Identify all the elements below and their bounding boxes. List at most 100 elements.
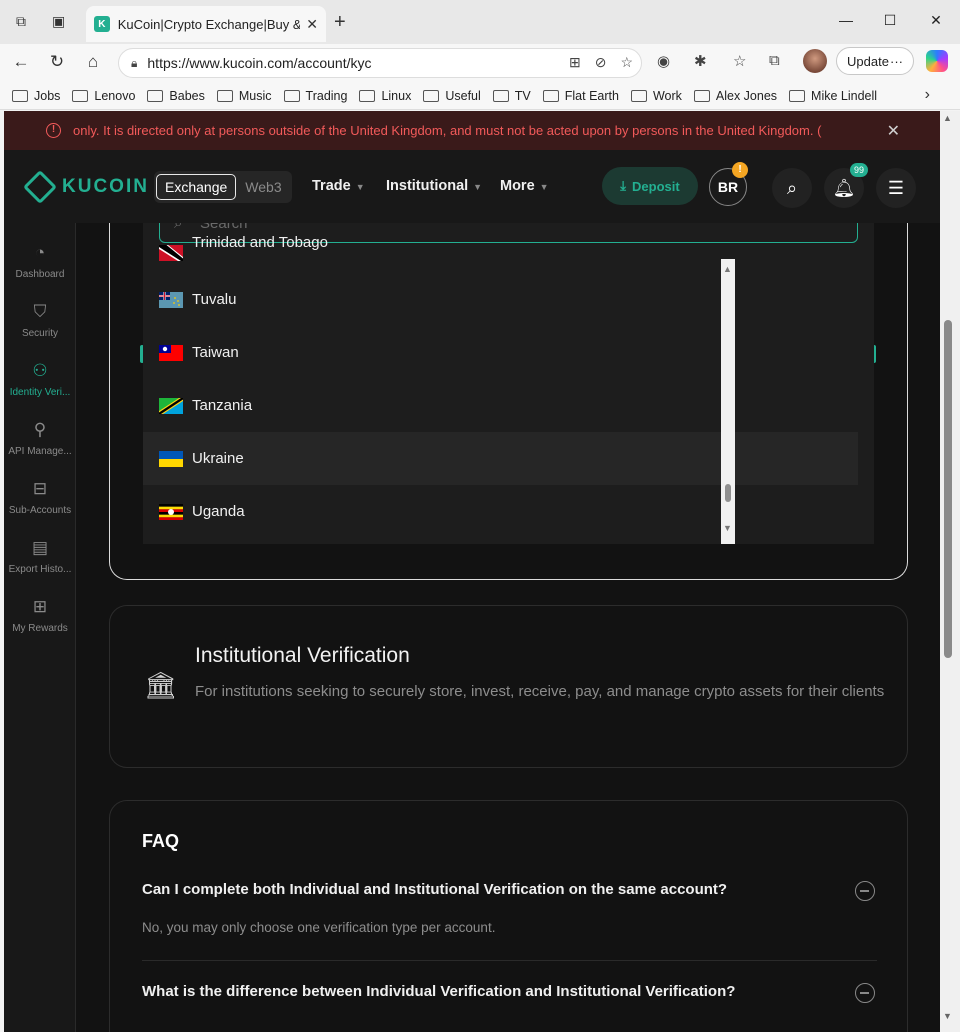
- extension-cookie-icon[interactable]: ◉: [657, 52, 670, 70]
- profile-avatar[interactable]: [803, 49, 827, 73]
- new-tab-icon[interactable]: +: [334, 12, 346, 32]
- country-option[interactable]: Uganda: [143, 485, 858, 538]
- taiwan-flag-icon: [159, 344, 183, 361]
- sidebar-item-identity-verification[interactable]: ⚇ Identity Veri...: [4, 361, 76, 398]
- sidebar-item-dashboard[interactable]: ◔ Dashboard: [4, 243, 76, 280]
- country-option[interactable]: Taiwan: [143, 326, 858, 379]
- caret-down-icon: ▼: [473, 182, 483, 192]
- bookmark-folder[interactable]: Trading: [283, 89, 347, 103]
- lock-icon[interactable]: 🔒︎: [131, 56, 137, 71]
- country-option[interactable]: Ukraine: [143, 432, 858, 485]
- bookmark-folder[interactable]: Mike Lindell: [789, 89, 877, 103]
- url-text[interactable]: https://www.kucoin.com/account/kyc: [147, 55, 371, 71]
- pie-chart-icon: ◔: [34, 243, 46, 262]
- minimize-icon[interactable]: —: [836, 12, 856, 28]
- institutional-description: For institutions seeking to securely sto…: [195, 683, 885, 700]
- browser-tab[interactable]: K KuCoin|Crypto Exchange|Buy & Se ✕: [86, 6, 326, 42]
- update-button[interactable]: Update ···: [836, 47, 914, 75]
- page-scrollbar[interactable]: ▲ ▼: [940, 111, 960, 1032]
- bookmark-folder[interactable]: Babes: [147, 89, 205, 103]
- bookmarks-overflow-icon[interactable]: ›: [925, 86, 930, 104]
- favorites-icon[interactable]: ☆: [733, 52, 746, 70]
- faq-divider: [142, 960, 877, 961]
- scroll-thumb[interactable]: [725, 484, 731, 502]
- tuvalu-flag-icon: [159, 291, 183, 308]
- extensions-puzzle-icon[interactable]: ✱: [694, 52, 707, 70]
- deposit-button[interactable]: ⤓ Deposit: [602, 167, 698, 205]
- scroll-up-arrow-icon[interactable]: ▲: [723, 264, 732, 274]
- update-label: Update: [847, 53, 889, 69]
- country-option[interactable]: Tanzania: [143, 379, 858, 432]
- sidebar-item-export-history[interactable]: ▤ Export Histo...: [4, 538, 76, 575]
- bookmark-folder[interactable]: Lenovo: [72, 89, 135, 103]
- favorite-star-icon[interactable]: ☆: [620, 54, 633, 71]
- web3-toggle[interactable]: Web3: [245, 179, 281, 195]
- folder-icon: [12, 89, 28, 102]
- close-tab-icon[interactable]: ✕: [306, 16, 318, 33]
- folder-icon: [147, 89, 164, 102]
- bookmark-folder[interactable]: Jobs: [12, 89, 60, 103]
- sidebar-item-my-rewards[interactable]: ⊞ My Rewards: [4, 597, 76, 634]
- close-window-icon[interactable]: ✕: [926, 12, 946, 29]
- country-option[interactable]: Tuvalu: [143, 273, 858, 326]
- web-page: ! only. It is directed only at persons o…: [4, 111, 940, 1032]
- collections-icon[interactable]: ⧉: [769, 52, 780, 69]
- home-icon[interactable]: ⌂: [82, 52, 104, 72]
- exchange-toggle[interactable]: Exchange: [156, 174, 237, 200]
- app-available-icon[interactable]: ⊞: [569, 54, 581, 71]
- nav-more[interactable]: More ▼: [500, 178, 549, 194]
- bookmark-folder[interactable]: Useful: [423, 89, 481, 103]
- sidebar-item-api-management[interactable]: ⚲ API Manage...: [4, 420, 76, 457]
- nav-institutional[interactable]: Institutional ▼: [386, 178, 482, 194]
- page-scroll-thumb[interactable]: [944, 320, 952, 658]
- back-icon[interactable]: ←: [10, 52, 32, 72]
- sidebar-item-security[interactable]: ⛉ Security: [4, 302, 76, 339]
- search-icon[interactable]: ⌕: [772, 168, 812, 208]
- disclaimer-text: only. It is directed only at persons out…: [73, 123, 822, 138]
- copilot-icon[interactable]: [926, 50, 948, 72]
- more-menu-icon[interactable]: ···: [890, 54, 903, 69]
- bookmark-folder[interactable]: TV: [492, 89, 531, 103]
- collapse-icon[interactable]: [855, 983, 875, 1003]
- bookmark-folder[interactable]: Music: [216, 89, 272, 103]
- sidebar-item-sub-accounts[interactable]: ⊟ Sub-Accounts: [4, 479, 76, 516]
- address-bar[interactable]: 🔒︎ https://www.kucoin.com/account/kyc ⊞ …: [118, 48, 642, 78]
- bookmark-folder[interactable]: Work: [630, 89, 682, 103]
- site-header: KUCOIN Exchange Web3 Trade ▼ Institutiona…: [4, 150, 940, 223]
- folder-icon: [789, 89, 806, 102]
- sub-accounts-icon: ⊟: [32, 479, 48, 498]
- institutional-verification-card[interactable]: 🏛︎ Institutional Verification For instit…: [109, 605, 908, 768]
- hamburger-menu-icon[interactable]: ☰: [876, 168, 916, 208]
- warning-icon: !: [46, 123, 61, 138]
- scroll-up-arrow-icon[interactable]: ▲: [943, 113, 952, 123]
- bookmark-folder[interactable]: Linux: [359, 89, 411, 103]
- faq-question[interactable]: What is the difference between Individua…: [142, 983, 735, 1000]
- institutional-title: Institutional Verification: [195, 644, 410, 667]
- clipboard-icon: ▤: [31, 538, 49, 557]
- kucoin-logo[interactable]: KUCOIN: [23, 170, 149, 204]
- scroll-down-arrow-icon[interactable]: ▼: [943, 1011, 952, 1021]
- exchange-web3-switch[interactable]: Exchange Web3: [154, 171, 292, 203]
- tracking-prevention-icon[interactable]: ⊘: [595, 54, 607, 71]
- country-dropdown: ⌕ Search Trinidad and Tobago Tuvalu Taiw…: [143, 223, 874, 544]
- maximize-icon[interactable]: ☐: [880, 12, 900, 29]
- folder-icon: [359, 89, 376, 102]
- shield-icon: ⛉: [33, 302, 47, 321]
- faq-title: FAQ: [142, 831, 180, 851]
- caret-down-icon: ▼: [539, 182, 549, 192]
- nav-trade[interactable]: Trade ▼: [312, 178, 365, 194]
- dropdown-scrollbar[interactable]: ▲ ▼: [721, 259, 735, 544]
- vertical-tabs-icon[interactable]: ▣: [52, 13, 70, 31]
- bookmark-folder[interactable]: Alex Jones: [693, 89, 777, 103]
- bookmark-folder[interactable]: Flat Earth: [542, 89, 619, 103]
- uganda-flag-icon: [159, 503, 183, 520]
- collapse-icon[interactable]: [855, 881, 875, 901]
- faq-question[interactable]: Can I complete both Individual and Insti…: [142, 881, 727, 898]
- gift-icon: ⊞: [32, 597, 48, 616]
- folder-icon: [542, 89, 559, 102]
- country-option[interactable]: Trinidad and Tobago: [143, 234, 858, 273]
- workspaces-icon[interactable]: ⧉: [16, 13, 34, 31]
- refresh-icon[interactable]: ↻: [46, 52, 68, 72]
- close-banner-icon[interactable]: ✕: [887, 121, 900, 141]
- scroll-down-arrow-icon[interactable]: ▼: [723, 523, 732, 533]
